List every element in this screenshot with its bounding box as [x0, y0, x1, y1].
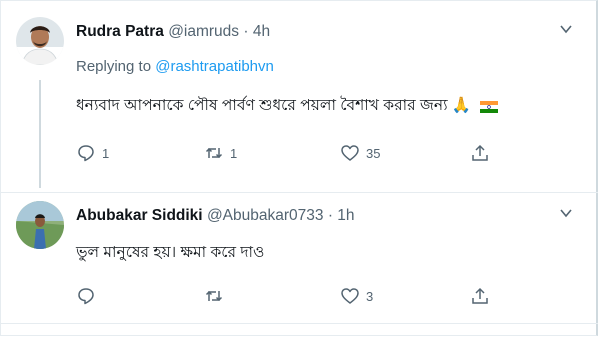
- username[interactable]: @iamruds: [168, 23, 239, 40]
- tweet-header: Rudra Patra @iamruds · 4h: [76, 23, 270, 41]
- heart-icon: [341, 288, 359, 304]
- reply-icon: [78, 288, 94, 305]
- reply-count: 1: [102, 145, 110, 161]
- reply-button[interactable]: 1: [76, 143, 109, 163]
- tweet-text: ভুল মানুষের হয়। ক্ষমা করে দাও: [76, 240, 264, 266]
- like-count: 35: [366, 145, 381, 161]
- tweet-text-content: ভুল মানুষের হয়। ক্ষমা করে দাও: [76, 244, 265, 261]
- reply-button[interactable]: [76, 286, 102, 306]
- share-button[interactable]: [470, 143, 490, 163]
- avatar[interactable]: [16, 201, 64, 249]
- more-options-chevron-icon[interactable]: [559, 206, 573, 223]
- tweet-header: Abubakar Siddiki @Abubakar0733 · 1h: [76, 207, 355, 225]
- retweet-icon: [205, 290, 223, 302]
- heart-icon: [341, 145, 359, 161]
- retweet-button[interactable]: [204, 286, 230, 306]
- tweet-1[interactable]: Rudra Patra @iamruds · 4h Replying to @r…: [0, 0, 598, 192]
- timestamp[interactable]: · 1h: [328, 207, 355, 224]
- tweet-divider: [0, 323, 598, 324]
- retweet-button[interactable]: 1: [204, 143, 237, 163]
- avatar[interactable]: [16, 17, 64, 65]
- share-icon: [472, 287, 488, 304]
- like-button[interactable]: 3: [340, 286, 373, 306]
- like-count: 3: [366, 288, 374, 304]
- display-name[interactable]: Rudra Patra: [76, 23, 164, 40]
- display-name[interactable]: Abubakar Siddiki: [76, 207, 203, 224]
- timestamp[interactable]: · 4h: [243, 23, 270, 40]
- india-flag-icon: [479, 100, 498, 113]
- like-button[interactable]: 35: [340, 143, 380, 163]
- tweet-2[interactable]: Abubakar Siddiki @Abubakar0733 · 1h ভুল …: [0, 193, 598, 323]
- mention-link[interactable]: @rashtrapatibhvn: [155, 58, 274, 75]
- replying-to: Replying to @rashtrapatibhvn: [76, 58, 274, 75]
- reply-icon: [78, 145, 94, 162]
- retweet-icon: [205, 147, 223, 159]
- thread-connector-line: [39, 80, 41, 188]
- tweet-text-content: ধন্যবাদ আপনাকে পৌষ পার্বণ শুধরে পয়লা বৈ…: [76, 97, 472, 114]
- retweet-count: 1: [230, 145, 238, 161]
- username[interactable]: @Abubakar0733: [207, 207, 324, 224]
- share-icon: [472, 144, 488, 161]
- share-button[interactable]: [470, 286, 490, 306]
- tweet-text: ধন্যবাদ আপনাকে পৌষ পার্বণ শুধরে পয়লা বৈ…: [76, 93, 498, 119]
- replying-prefix: Replying to: [76, 58, 156, 75]
- more-options-chevron-icon[interactable]: [559, 22, 573, 39]
